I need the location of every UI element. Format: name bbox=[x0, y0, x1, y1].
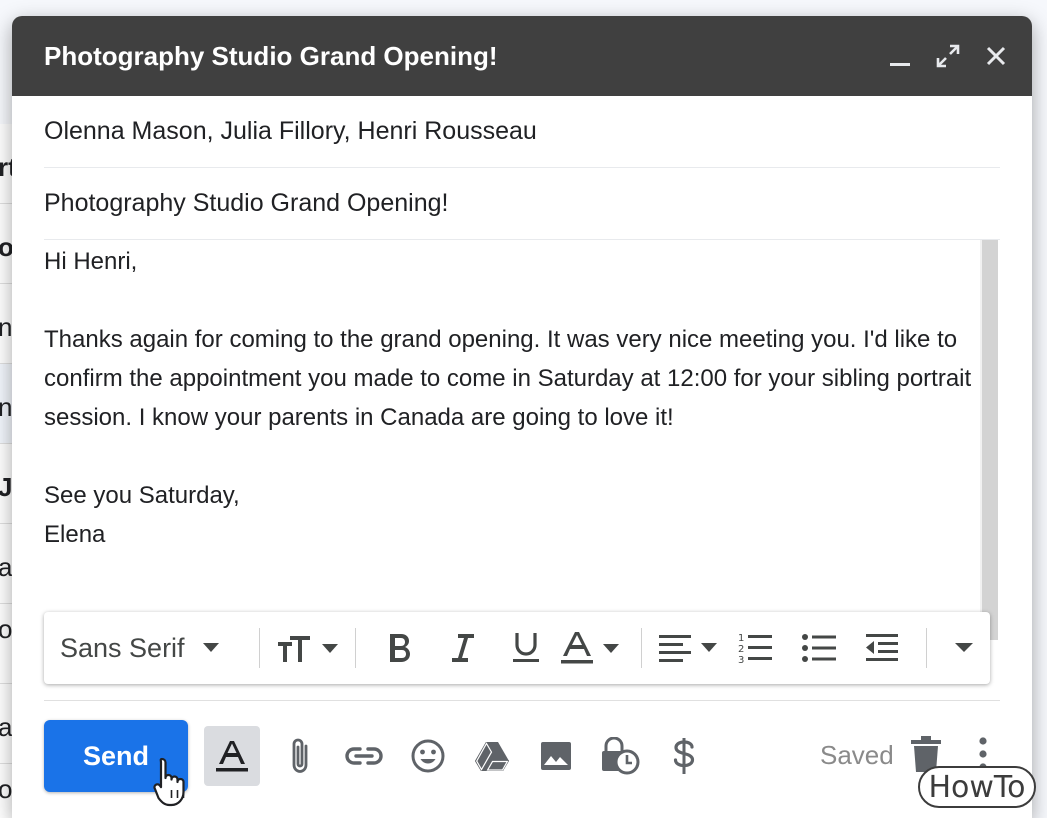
body-signature: Elena bbox=[44, 521, 106, 548]
body-greeting: Hi Henri, bbox=[44, 248, 138, 275]
hand-cursor-icon bbox=[153, 757, 185, 807]
svg-text:2: 2 bbox=[738, 644, 744, 655]
numbered-list-button[interactable]: 1 2 3 bbox=[725, 624, 788, 672]
bulleted-list-icon bbox=[802, 634, 837, 662]
svg-text:1: 1 bbox=[738, 633, 744, 644]
subject-field[interactable]: Photography Studio Grand Opening! bbox=[44, 168, 1000, 240]
indent-less-icon bbox=[866, 634, 899, 661]
compose-actions bbox=[204, 726, 716, 786]
more-formatting-button[interactable] bbox=[939, 624, 990, 672]
compose-titlebar[interactable]: Photography Studio Grand Opening! bbox=[12, 16, 1032, 96]
chevron-down-icon bbox=[202, 643, 219, 652]
toolbar-separator bbox=[925, 628, 927, 668]
attach-icon bbox=[292, 738, 308, 773]
message-body[interactable]: Hi Henri, Thanks again for coming to the… bbox=[44, 242, 984, 554]
formatting-toolbar: Sans Serif 1 2 3 bbox=[44, 612, 990, 684]
fullscreen-button[interactable] bbox=[934, 40, 962, 72]
divider bbox=[44, 700, 1000, 701]
confidential-mode-button[interactable] bbox=[588, 726, 652, 786]
font-selector[interactable]: Sans Serif bbox=[60, 633, 247, 664]
toolbar-separator bbox=[640, 628, 642, 668]
toolbar-separator bbox=[259, 628, 261, 668]
bulleted-list-button[interactable] bbox=[788, 624, 851, 672]
toolbar-separator bbox=[355, 628, 357, 668]
expand-icon bbox=[936, 44, 960, 68]
confidential-icon bbox=[602, 737, 640, 775]
formatting-options-button[interactable] bbox=[204, 726, 260, 786]
align-icon bbox=[659, 635, 717, 662]
font-size-button[interactable] bbox=[272, 624, 343, 672]
insert-photo-button[interactable] bbox=[524, 726, 588, 786]
saved-status: Saved bbox=[820, 740, 894, 770]
numbered-list-icon: 1 2 3 bbox=[738, 633, 773, 665]
insert-link-button[interactable] bbox=[332, 726, 396, 786]
bold-icon bbox=[389, 634, 410, 662]
body-closing: See you Saturday, bbox=[44, 482, 240, 509]
recipients-field[interactable]: Olenna Mason, Julia Fillory, Henri Rouss… bbox=[44, 96, 1000, 168]
minimize-icon bbox=[890, 63, 910, 66]
underline-button[interactable] bbox=[494, 624, 557, 672]
drive-icon bbox=[475, 742, 509, 771]
font-name: Sans Serif bbox=[60, 632, 185, 663]
formatting-options-icon bbox=[216, 741, 248, 772]
text-color-icon bbox=[561, 632, 620, 664]
body-scrollbar[interactable] bbox=[980, 240, 998, 640]
svg-text:3: 3 bbox=[738, 655, 744, 665]
more-formatting-icon bbox=[955, 643, 974, 652]
body-paragraph: Thanks again for coming to the grand ope… bbox=[44, 326, 978, 431]
emoji-icon bbox=[411, 739, 445, 773]
compose-window: Photography Studio Grand Opening! Olenna… bbox=[12, 16, 1032, 818]
send-money-button[interactable] bbox=[652, 726, 716, 786]
window-controls bbox=[886, 40, 1010, 72]
link-icon bbox=[345, 747, 383, 765]
font-size-icon bbox=[277, 636, 338, 662]
bold-button[interactable] bbox=[368, 624, 431, 672]
howto-watermark: HowTo bbox=[918, 766, 1036, 808]
close-button[interactable] bbox=[982, 40, 1010, 72]
drive-button[interactable] bbox=[460, 726, 524, 786]
align-button[interactable] bbox=[654, 624, 725, 672]
italic-icon bbox=[451, 634, 474, 662]
attach-button[interactable] bbox=[268, 726, 332, 786]
money-icon bbox=[673, 738, 695, 774]
text-color-button[interactable] bbox=[558, 624, 629, 672]
italic-button[interactable] bbox=[431, 624, 494, 672]
underline-icon bbox=[513, 633, 539, 662]
close-icon bbox=[986, 46, 1006, 66]
emoji-button[interactable] bbox=[396, 726, 460, 786]
photo-icon bbox=[541, 742, 571, 770]
minimize-button[interactable] bbox=[886, 40, 914, 72]
indent-less-button[interactable] bbox=[851, 624, 914, 672]
compose-title: Photography Studio Grand Opening! bbox=[44, 40, 498, 71]
